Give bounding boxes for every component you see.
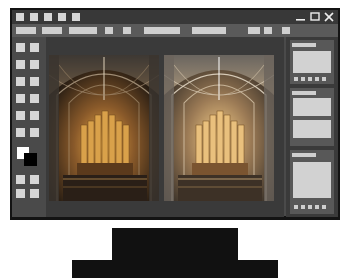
tool-button[interactable] [30,77,39,86]
minimize-icon[interactable] [296,19,305,21]
window-controls [296,12,334,22]
titlebar-icon[interactable] [44,13,52,21]
cathedral-organ-photo-left[interactable] [49,55,159,201]
panel-3 [290,150,334,214]
menu-item-3[interactable] [69,27,97,34]
panel-button[interactable] [294,77,298,81]
panel-content [293,162,331,198]
tool-button[interactable] [30,111,39,120]
panel-header[interactable] [292,43,316,47]
monitor-stand-neck [112,228,238,260]
panel-header[interactable] [292,91,316,95]
panel-1 [290,40,334,84]
panel-button[interactable] [301,77,305,81]
titlebar-icon[interactable] [30,13,38,21]
menu-item-6[interactable] [144,27,180,34]
tool-button[interactable] [16,175,25,184]
tool-button[interactable] [30,94,39,103]
close-icon[interactable] [324,12,334,22]
toolbox [12,37,46,217]
monitor-stand-base [72,260,278,278]
maximize-icon[interactable] [310,12,320,21]
titlebar-icon[interactable] [72,13,80,21]
menu-bar [12,24,338,37]
panel-content [293,98,331,116]
menu-item-2[interactable] [42,27,62,34]
menu-item-10[interactable] [282,27,290,34]
tool-button[interactable] [16,189,25,198]
tool-button[interactable] [16,60,25,69]
titlebar-icon[interactable] [16,13,24,21]
panel-content [293,51,331,73]
tool-button[interactable] [16,43,25,52]
menu-item-1[interactable] [16,27,36,34]
panel-button[interactable] [322,77,326,81]
menu-item-9[interactable] [264,27,272,34]
tool-button[interactable] [16,94,25,103]
tool-button[interactable] [30,189,39,198]
tool-button[interactable] [30,175,39,184]
foreground-color-swatch[interactable] [24,153,37,166]
panel-button[interactable] [315,77,319,81]
tool-button[interactable] [16,77,25,86]
panel-header[interactable] [292,153,316,157]
tool-button[interactable] [30,128,39,137]
menu-item-7[interactable] [192,27,226,34]
panel-button[interactable] [322,205,326,209]
titlebar-icon[interactable] [58,13,66,21]
panel-button[interactable] [294,205,298,209]
panel-button[interactable] [308,77,312,81]
menu-item-4[interactable] [105,27,113,34]
tool-button[interactable] [16,128,25,137]
panel-content [293,120,331,138]
tool-button[interactable] [30,43,39,52]
cathedral-organ-photo-right[interactable] [164,55,274,201]
panel-button[interactable] [308,205,312,209]
menu-item-8[interactable] [248,27,260,34]
tool-button[interactable] [30,60,39,69]
panel-2 [290,88,334,146]
title-bar [12,10,338,24]
menu-item-5[interactable] [123,27,131,34]
panel-button[interactable] [315,205,319,209]
tool-button[interactable] [16,111,25,120]
panel-button[interactable] [301,205,305,209]
